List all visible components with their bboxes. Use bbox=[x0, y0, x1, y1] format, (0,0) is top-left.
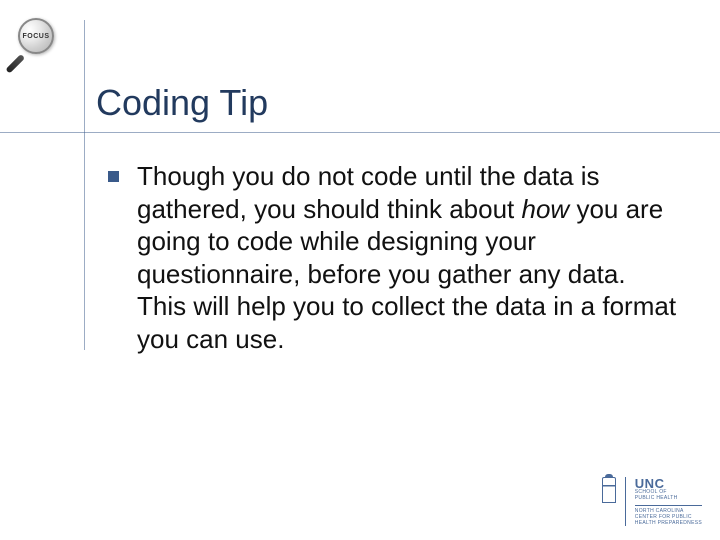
footer-logo: UNC SCHOOL OF PUBLIC HEALTH NORTH CAROLI… bbox=[602, 477, 702, 526]
unc-well-icon bbox=[602, 477, 616, 503]
focus-logo: FOCUS bbox=[18, 18, 68, 68]
slide-title: Coding Tip bbox=[88, 82, 690, 124]
footer-text: UNC SCHOOL OF PUBLIC HEALTH NORTH CAROLI… bbox=[635, 477, 702, 526]
title-underline bbox=[0, 132, 720, 133]
bullet-item: Though you do not code until the data is… bbox=[108, 160, 680, 355]
unc-center: NORTH CAROLINA CENTER FOR PUBLIC HEALTH … bbox=[635, 505, 702, 526]
magnifier-icon: FOCUS bbox=[18, 18, 68, 68]
vertical-divider bbox=[84, 20, 85, 350]
slide-body: Though you do not code until the data is… bbox=[108, 160, 680, 355]
bullet-text-italic: how bbox=[522, 194, 570, 224]
footer-divider bbox=[625, 477, 626, 526]
unc-sub2: PUBLIC HEALTH bbox=[635, 496, 702, 502]
slide-header: Coding Tip bbox=[88, 82, 690, 130]
logo-text: FOCUS bbox=[23, 33, 50, 40]
square-bullet-icon bbox=[108, 171, 119, 182]
bullet-text: Though you do not code until the data is… bbox=[137, 160, 680, 355]
